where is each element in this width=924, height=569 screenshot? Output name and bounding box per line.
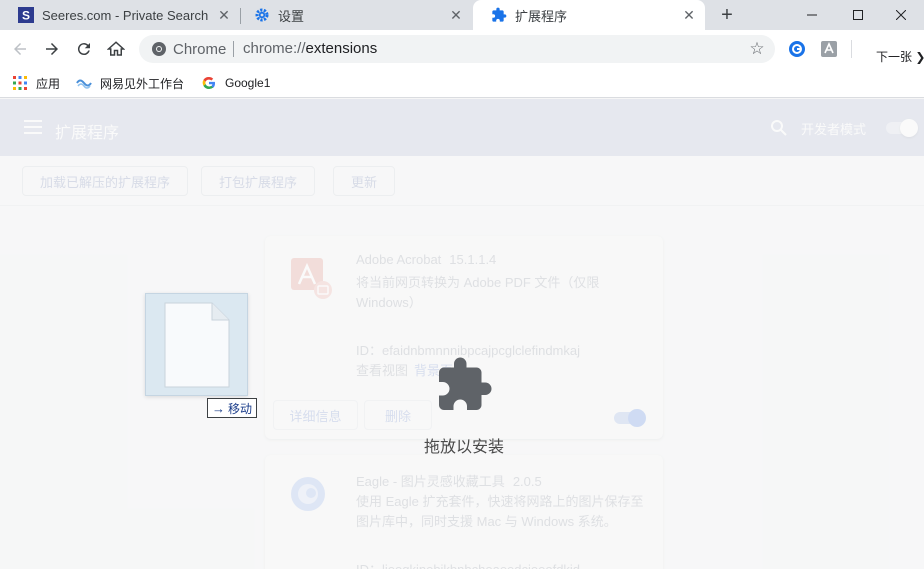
move-label: 移动 [228,401,253,416]
address-bar[interactable]: Chrome chrome://extensions ☆ [139,35,775,63]
omnibox-divider [233,41,234,57]
home-icon [107,41,125,56]
bookmark-label: 网易见外工作台 [100,76,185,91]
dragged-file-ghost [145,293,248,396]
url-text[interactable]: chrome://extensions [243,40,377,57]
back-button[interactable] [10,39,30,59]
next-page-button[interactable]: 下一张 ❯ [876,48,924,65]
chrome-icon [152,42,166,56]
arrow-right-icon: → [212,400,225,416]
toolbar-divider [851,40,852,58]
maximize-button[interactable] [835,0,881,30]
bookmark-star-icon[interactable]: ☆ [747,39,767,59]
arrow-right-icon [46,43,58,55]
tab-seeres[interactable]: S Seeres.com - Private Search ✕ [0,0,240,30]
close-tab-icon[interactable]: ✕ [216,7,232,23]
apps-grid-icon [12,75,28,91]
window-close-button[interactable] [878,0,924,30]
tab-title: 扩展程序 [515,8,568,24]
bookmark-netease[interactable]: 网易见外工作台 [76,74,184,92]
tab-settings[interactable]: 设置 ✕ [236,0,472,30]
google-icon [201,75,217,91]
s-logo-icon: S [18,7,34,23]
bookmark-apps[interactable]: 应用 [12,74,60,92]
url-scheme: chrome:// [243,40,306,57]
file-icon [164,302,230,388]
tab-strip: S Seeres.com - Private Search ✕ 设置 ✕ 扩展程… [0,0,924,30]
bookmark-label: 应用 [36,76,61,91]
tab-extensions[interactable]: 扩展程序 ✕ [473,0,705,30]
minimize-button[interactable] [789,0,835,30]
close-icon [896,10,906,20]
reload-button[interactable] [74,39,94,59]
puzzle-icon [439,357,492,410]
bookmark-label: Google1 [225,76,271,90]
reload-icon [77,43,90,56]
omnibox-chip: Chrome [173,41,227,58]
acrobat-extension-icon[interactable] [820,40,838,58]
bookmarks-bar: 应用 网易见外工作台 Google1 [0,68,924,98]
svg-text:S: S [22,9,30,23]
drag-move-tooltip: → 移动 [207,398,258,418]
google-translate-extension-icon[interactable] [788,40,806,58]
chevron-right-icon: ❯ [915,50,924,64]
close-tab-icon[interactable]: ✕ [448,7,464,23]
close-tab-icon[interactable]: ✕ [681,7,697,23]
url-path: extensions [305,40,378,57]
netease-icon [76,75,92,91]
tab-title: 设置 [278,8,305,24]
new-tab-button[interactable]: + [717,4,737,26]
bookmark-google1[interactable]: Google1 [201,74,270,92]
drop-overlay[interactable] [0,99,924,569]
minimize-icon [807,14,817,16]
maximize-icon [853,10,863,20]
home-button[interactable] [106,39,126,59]
drop-to-install-text: 拖放以安装 [423,439,504,456]
gear-icon [254,7,270,23]
puzzle-icon [491,7,507,23]
arrow-left-icon [14,43,26,55]
tab-title: Seeres.com - Private Search [42,7,209,23]
forward-button[interactable] [42,39,62,59]
next-page-label: 下一张 [876,50,913,64]
